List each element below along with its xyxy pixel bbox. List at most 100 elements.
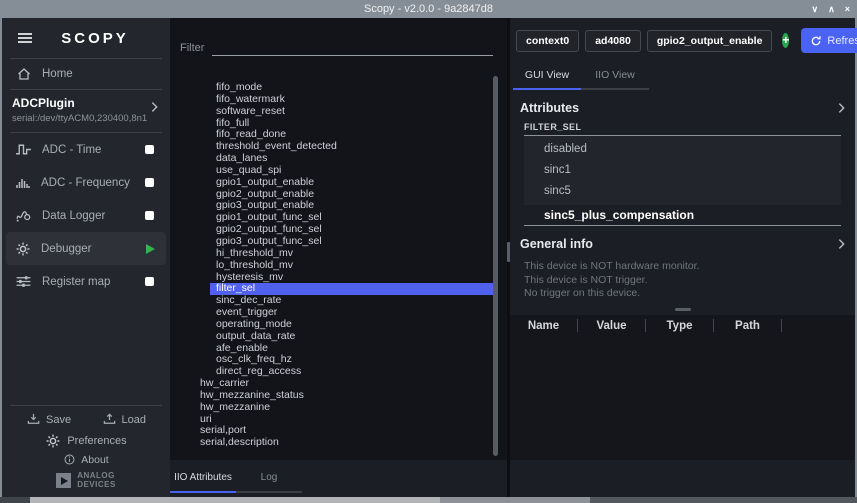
column-separator bbox=[781, 319, 782, 332]
detail-panel-footer bbox=[510, 460, 855, 497]
adi-logo-icon bbox=[56, 473, 71, 488]
sidebar-item-label: ADC - Time bbox=[42, 144, 101, 156]
sidebar-item-register-map[interactable]: Register map bbox=[6, 265, 166, 298]
scrollbar-thumb[interactable] bbox=[493, 76, 498, 456]
minimize-icon[interactable]: ∨ bbox=[812, 4, 819, 15]
desktop-edge bbox=[0, 497, 857, 503]
tree-item-hw-mezzanine[interactable]: hw_mezzanine bbox=[194, 402, 507, 414]
filter-sel-selected-value[interactable]: sinc5_plus_compensation bbox=[524, 205, 841, 226]
filter-sel-option-sinc5[interactable]: sinc5 bbox=[524, 181, 841, 202]
window-controls: ∨ ∧ × bbox=[812, 0, 850, 18]
info-icon bbox=[63, 453, 76, 466]
sidebar-item-label: ADC - Frequency bbox=[41, 177, 130, 189]
window-title: Scopy - v2.0.0 - 9a2847d8 bbox=[364, 3, 493, 15]
sidebar: SCOPY Home ADCPlugin serial:/dev/ttyACM0… bbox=[2, 18, 170, 497]
tab-iio-attributes[interactable]: IIO Attributes bbox=[170, 465, 236, 493]
tree-item-output-data-rate[interactable]: output_data_rate bbox=[210, 331, 507, 343]
filter-row: Filter bbox=[180, 40, 493, 56]
tree-item-hi-threshold-mv[interactable]: hi_threshold_mv bbox=[210, 248, 507, 260]
detach-indicator[interactable] bbox=[145, 277, 154, 286]
analog-devices-logo: ANALOG DEVICES bbox=[2, 466, 170, 497]
load-icon bbox=[102, 412, 117, 427]
filter-sel-label: FILTER_SEL bbox=[524, 122, 841, 136]
save-label: Save bbox=[46, 414, 71, 426]
main-area: SCOPY Home ADCPlugin serial:/dev/ttyACM0… bbox=[2, 18, 855, 497]
running-indicator bbox=[146, 244, 155, 254]
tree-item-gpio1-output-enable[interactable]: gpio1_output_enable bbox=[210, 177, 507, 189]
about-button[interactable]: About bbox=[2, 449, 170, 466]
chevron-right-icon[interactable] bbox=[151, 101, 158, 113]
menu-icon[interactable] bbox=[16, 30, 34, 46]
table-splitter bbox=[510, 305, 855, 315]
tree-item-operating-mode[interactable]: operating_mode bbox=[210, 319, 507, 331]
tab-gui-view[interactable]: GUI View bbox=[513, 62, 581, 90]
tree-item-software-reset[interactable]: software_reset bbox=[210, 106, 507, 118]
detach-indicator[interactable] bbox=[145, 178, 154, 187]
detach-indicator[interactable] bbox=[145, 145, 154, 154]
chevron-right-icon bbox=[838, 238, 845, 250]
tree-item-use-quad-spi[interactable]: use_quad_spi bbox=[210, 165, 507, 177]
refresh-label: Refresh bbox=[827, 35, 857, 47]
column-header-type[interactable]: Type bbox=[646, 320, 713, 332]
breadcrumb: context0ad4080gpio2_output_enable + Refr… bbox=[516, 28, 847, 53]
sidebar-item-debugger[interactable]: Debugger bbox=[6, 232, 166, 265]
breadcrumb-context0[interactable]: context0 bbox=[516, 30, 579, 52]
general-info-section-header[interactable]: General info bbox=[520, 232, 845, 256]
load-button[interactable]: Load bbox=[102, 412, 146, 427]
tree-item-fifo-watermark[interactable]: fifo_watermark bbox=[210, 94, 507, 106]
watch-table: NameValueTypePath bbox=[510, 315, 855, 461]
detach-indicator[interactable] bbox=[145, 211, 154, 220]
info-line: This device is NOT trigger. bbox=[524, 274, 841, 288]
preferences-button[interactable]: Preferences bbox=[2, 427, 170, 449]
iio-attribute-tree: fifo_modefifo_watermarksoftware_resetfif… bbox=[170, 68, 507, 460]
filter-sel-field: FILTER_SEL disabledsinc1sinc5 sinc5_plus… bbox=[524, 122, 841, 226]
add-button[interactable]: + bbox=[782, 33, 789, 48]
sidebar-item-data-logger[interactable]: Data Logger bbox=[6, 199, 166, 232]
home-icon bbox=[16, 66, 32, 82]
filter-sel-dropdown: disabledsinc1sinc5 bbox=[524, 136, 841, 205]
attributes-section-header[interactable]: Attributes bbox=[520, 96, 845, 120]
sliders-icon bbox=[15, 273, 32, 290]
breadcrumb-ad4080[interactable]: ad4080 bbox=[585, 30, 641, 52]
column-header-name[interactable]: Name bbox=[510, 320, 577, 332]
tree-item-serial-description[interactable]: serial,description bbox=[194, 437, 507, 449]
filter-label: Filter bbox=[180, 42, 204, 56]
frequency-bars-icon bbox=[15, 175, 31, 191]
tree-item-lo-threshold-mv[interactable]: lo_threshold_mv bbox=[210, 260, 507, 272]
sidebar-item-adcplugin[interactable]: ADCPlugin serial:/dev/ttyACM0,230400,8n1 bbox=[2, 90, 170, 132]
sidebar-item-home[interactable]: Home bbox=[2, 59, 170, 89]
filter-input[interactable] bbox=[212, 40, 493, 56]
sidebar-item-adc-time[interactable]: ADC - Time bbox=[6, 133, 166, 166]
refresh-button[interactable]: Refresh bbox=[801, 28, 857, 53]
sidebar-item-label: Register map bbox=[42, 276, 110, 288]
about-label: About bbox=[81, 454, 108, 466]
scopy-window: Scopy - v2.0.0 - 9a2847d8 ∨ ∧ × SCOPY Ho… bbox=[0, 0, 857, 503]
info-line: This device is NOT hardware monitor. bbox=[524, 260, 841, 274]
splitter-handle[interactable] bbox=[675, 308, 691, 311]
tree-item-hw-mezzanine-status[interactable]: hw_mezzanine_status bbox=[194, 390, 507, 402]
panel-splitter-handle[interactable] bbox=[507, 242, 510, 262]
column-header-path[interactable]: Path bbox=[714, 320, 781, 332]
filter-sel-option-sinc1[interactable]: sinc1 bbox=[524, 160, 841, 181]
save-button[interactable]: Save bbox=[26, 412, 71, 427]
close-icon[interactable]: × bbox=[845, 4, 850, 14]
sidebar-spacer bbox=[2, 298, 170, 405]
table-header-row: NameValueTypePath bbox=[510, 315, 855, 337]
column-header-value[interactable]: Value bbox=[578, 320, 645, 332]
filter-sel-option-disabled[interactable]: disabled bbox=[524, 139, 841, 160]
gear-icon bbox=[45, 433, 61, 449]
plugin-name: ADCPlugin bbox=[12, 96, 160, 110]
datalogger-icon bbox=[15, 207, 32, 224]
sidebar-item-label: Debugger bbox=[41, 243, 92, 255]
tab-iio-view[interactable]: IIO View bbox=[581, 62, 649, 90]
general-info-header-label: General info bbox=[520, 237, 593, 251]
tree-item-direct-reg-access[interactable]: direct_reg_access bbox=[210, 366, 507, 378]
sidebar-item-label: Home bbox=[42, 68, 73, 80]
tab-log[interactable]: Log bbox=[236, 465, 302, 493]
gear-icon bbox=[15, 241, 31, 257]
load-label: Load bbox=[122, 414, 146, 426]
breadcrumb-gpio2-output-enable[interactable]: gpio2_output_enable bbox=[647, 30, 773, 52]
sidebar-item-adc-frequency[interactable]: ADC - Frequency bbox=[6, 166, 166, 199]
plugin-serial: serial:/dev/ttyACM0,230400,8n1 bbox=[12, 113, 160, 124]
maximize-icon[interactable]: ∧ bbox=[828, 4, 835, 15]
